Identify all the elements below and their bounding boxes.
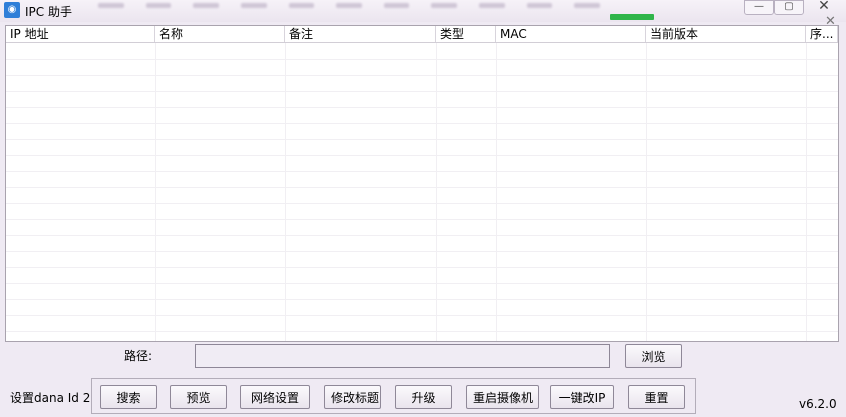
restart-camera-button[interactable]: 重启摄像机: [466, 385, 539, 409]
table-header: IP 地址 名称 备注 类型 MAC 当前版本 序...: [6, 26, 838, 43]
path-input[interactable]: [195, 344, 610, 368]
grid-line: [6, 267, 838, 268]
grid-line: [6, 139, 838, 140]
column-header-remark[interactable]: 备注: [285, 26, 436, 42]
minimize-icon[interactable]: —: [744, 0, 774, 15]
grid-line: [6, 283, 838, 284]
column-header-name[interactable]: 名称: [155, 26, 285, 42]
grid-line: [6, 331, 838, 332]
grid-column-line: [155, 43, 156, 341]
reset-button[interactable]: 重置: [628, 385, 685, 409]
column-header-ip[interactable]: IP 地址: [6, 26, 155, 42]
device-table[interactable]: IP 地址 名称 备注 类型 MAC 当前版本 序...: [5, 25, 839, 342]
title-bar: ◉ IPC 助手 — ▢ ✕ ✕: [0, 0, 846, 29]
grid-line: [6, 171, 838, 172]
column-header-mac[interactable]: MAC: [496, 26, 646, 42]
column-header-serial[interactable]: 序...: [806, 26, 838, 42]
version-label: v6.2.0: [799, 397, 837, 411]
edit-title-button[interactable]: 修改标题: [324, 385, 381, 409]
browse-button[interactable]: 浏览: [625, 344, 682, 368]
set-dana-id-label: 设置dana Id 2: [10, 391, 91, 405]
close-icon[interactable]: ✕: [804, 0, 844, 15]
column-header-type[interactable]: 类型: [436, 26, 496, 42]
preview-button[interactable]: 预览: [170, 385, 227, 409]
grid-column-line: [436, 43, 437, 341]
grid-line: [6, 219, 838, 220]
grid-line: [6, 59, 838, 60]
grid-column-line: [806, 43, 807, 341]
grid-line: [6, 187, 838, 188]
one-click-ip-button[interactable]: 一键改IP: [550, 385, 614, 409]
path-label: 路径:: [124, 349, 153, 363]
search-button[interactable]: 搜索: [100, 385, 157, 409]
column-header-version[interactable]: 当前版本: [646, 26, 806, 42]
grid-line: [6, 123, 838, 124]
grid-line: [6, 299, 838, 300]
camera-icon: ◉: [4, 2, 20, 18]
maximize-icon[interactable]: ▢: [774, 0, 804, 15]
background-window-menu: [80, 0, 601, 12]
grid-line: [6, 75, 838, 76]
grid-line: [6, 251, 838, 252]
grid-column-line: [646, 43, 647, 341]
grid-column-line: [285, 43, 286, 341]
window-title: IPC 助手: [25, 5, 72, 19]
grid-line: [6, 203, 838, 204]
grid-line: [6, 107, 838, 108]
upgrade-button[interactable]: 升级: [395, 385, 452, 409]
grid-line: [6, 91, 838, 92]
background-green-bar: [610, 14, 654, 20]
grid-column-line: [496, 43, 497, 341]
network-settings-button[interactable]: 网络设置: [240, 385, 310, 409]
grid-line: [6, 315, 838, 316]
grid-line: [6, 155, 838, 156]
grid-line: [6, 235, 838, 236]
